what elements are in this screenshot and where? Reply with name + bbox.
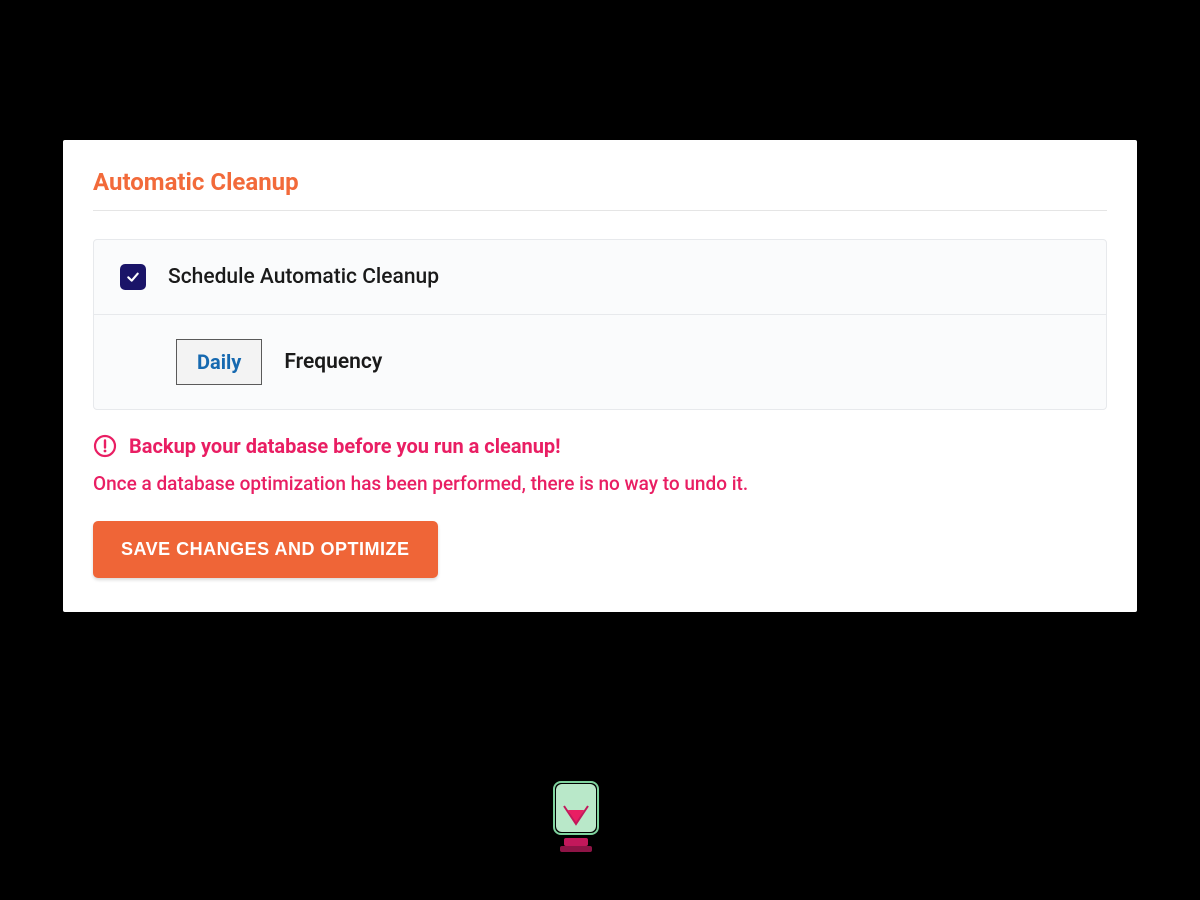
decorative-graphic: [548, 780, 604, 860]
checkmark-icon: [125, 269, 141, 285]
warning-row: Backup your database before you run a cl…: [93, 434, 1107, 458]
warning-headline: Backup your database before you run a cl…: [129, 434, 561, 458]
schedule-row: Schedule Automatic Cleanup: [94, 240, 1106, 314]
settings-box: Schedule Automatic Cleanup Daily Frequen…: [93, 239, 1107, 410]
schedule-label: Schedule Automatic Cleanup: [168, 265, 439, 289]
settings-panel: Automatic Cleanup Schedule Automatic Cle…: [63, 140, 1137, 612]
warning-subtext: Once a database optimization has been pe…: [93, 472, 1107, 495]
save-optimize-button[interactable]: SAVE CHANGES AND OPTIMIZE: [93, 521, 438, 578]
section-title: Automatic Cleanup: [93, 168, 1107, 196]
frequency-select[interactable]: Daily: [176, 339, 262, 385]
frequency-select-wrap: Daily: [176, 339, 262, 385]
frequency-label: Frequency: [284, 350, 382, 374]
schedule-checkbox[interactable]: [120, 264, 146, 290]
frequency-row: Daily Frequency: [94, 314, 1106, 409]
divider: [93, 210, 1107, 211]
warning-icon: [93, 434, 117, 458]
